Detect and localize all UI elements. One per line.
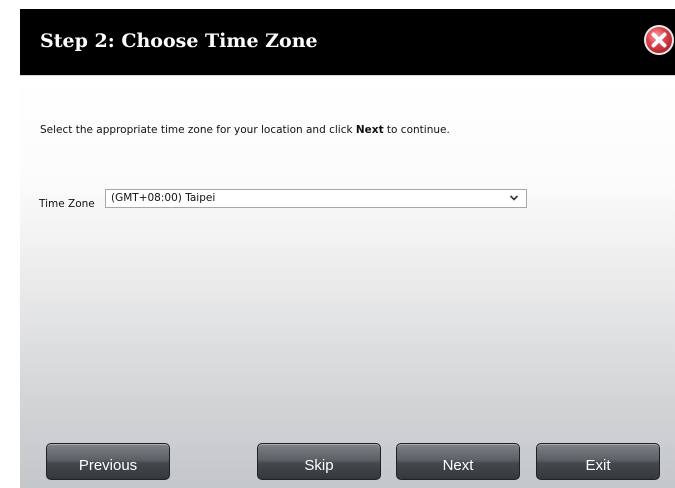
close-button[interactable] bbox=[643, 24, 675, 56]
exit-button[interactable]: Exit bbox=[536, 443, 660, 480]
title-bar: Step 2: Choose Time Zone bbox=[20, 9, 675, 75]
dialog-body: Select the appropriate time zone for you… bbox=[20, 75, 675, 488]
chevron-down-icon bbox=[509, 194, 519, 202]
timezone-select[interactable]: (GMT+08:00) Taipei bbox=[105, 189, 527, 208]
divider bbox=[20, 75, 675, 76]
instruction-next-bold: Next bbox=[355, 124, 384, 136]
instruction-text: Select the appropriate time zone for you… bbox=[40, 124, 450, 136]
timezone-selected-value: (GMT+08:00) Taipei bbox=[111, 192, 216, 204]
dialog-title: Step 2: Choose Time Zone bbox=[40, 30, 318, 52]
instruction-after: to continue. bbox=[383, 124, 450, 136]
skip-button[interactable]: Skip bbox=[257, 443, 381, 480]
instruction-before: Select the appropriate time zone for you… bbox=[40, 124, 356, 136]
setup-wizard-dialog: Step 2: Choose Time Zone Select the appr… bbox=[20, 9, 675, 488]
previous-button[interactable]: Previous bbox=[46, 443, 170, 480]
close-icon bbox=[644, 25, 674, 55]
timezone-label: Time Zone bbox=[39, 198, 95, 210]
next-button[interactable]: Next bbox=[396, 443, 520, 480]
